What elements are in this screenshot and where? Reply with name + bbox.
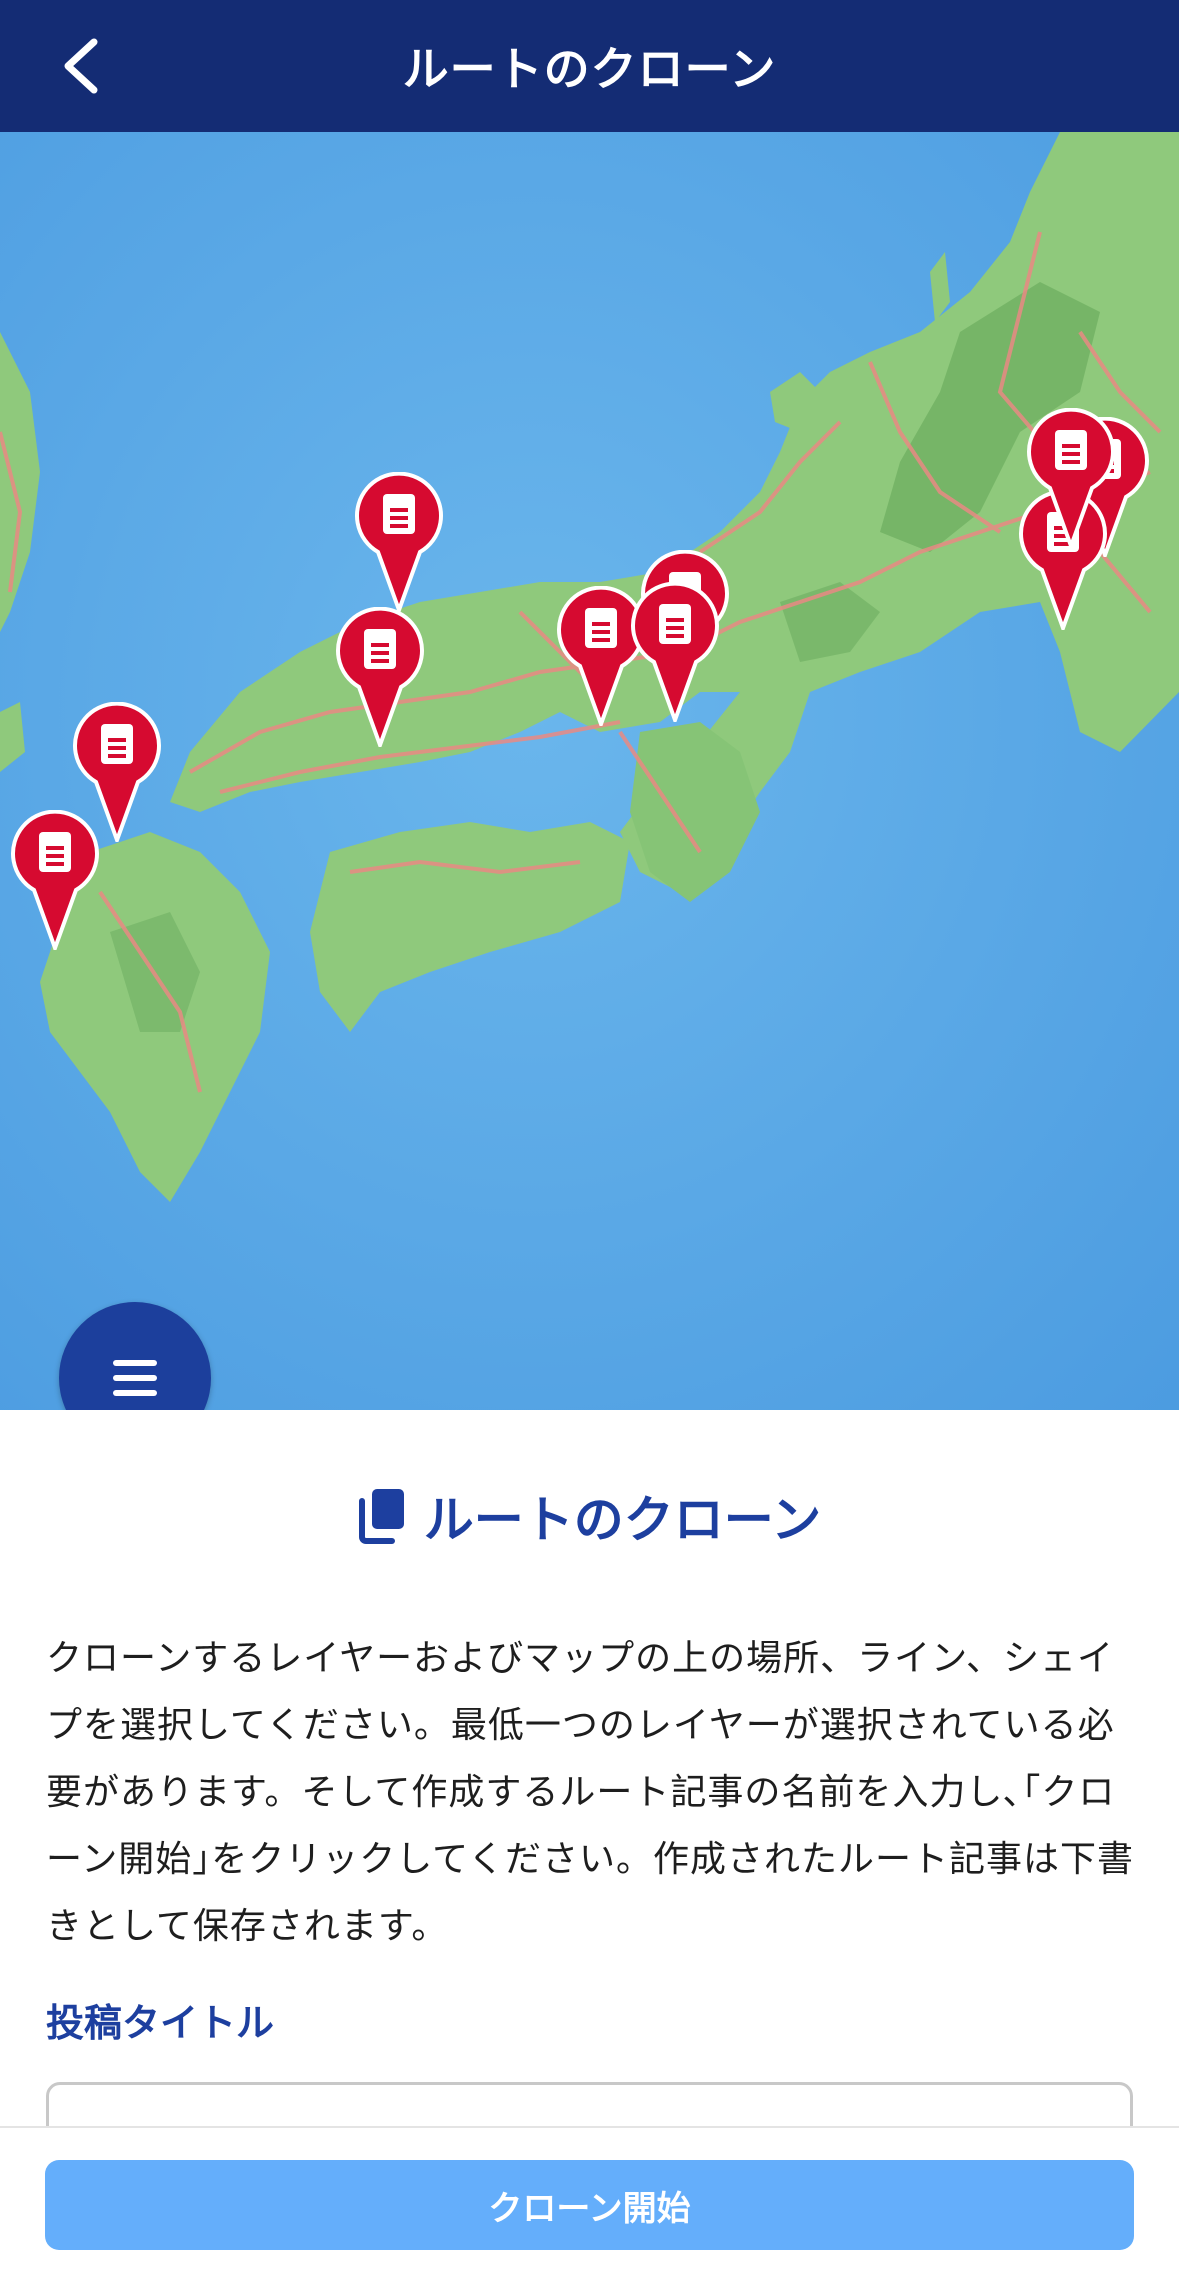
- start-clone-button[interactable]: クローン開始: [45, 2160, 1134, 2250]
- map-marker[interactable]: [1026, 408, 1116, 548]
- map-view[interactable]: mapbox i: [0, 132, 1179, 1410]
- map-marker[interactable]: [354, 472, 444, 612]
- back-button[interactable]: [40, 26, 120, 106]
- chevron-left-icon: [64, 38, 98, 94]
- instructions-text: クローンするレイヤーおよびマップの上の場所、ライン、シェイプを選択してください。…: [46, 1638, 1135, 1947]
- panel-heading: ルートのクローン: [0, 1480, 1179, 1552]
- hamburger-menu-icon: [113, 1360, 157, 1396]
- map-marker[interactable]: [630, 582, 720, 722]
- map-marker[interactable]: [335, 607, 425, 747]
- page-title: ルートのクローン: [402, 42, 777, 96]
- post-title-label: 投稿タイトル: [46, 2001, 275, 2045]
- footer-bar: クローン開始: [0, 2126, 1179, 2277]
- copy-icon: [358, 1489, 404, 1544]
- app-header: ルートのクローン: [0, 0, 1179, 132]
- panel-title: ルートのクローン: [423, 1491, 822, 1549]
- map-marker[interactable]: [10, 810, 100, 950]
- map-base: [0, 132, 1179, 1410]
